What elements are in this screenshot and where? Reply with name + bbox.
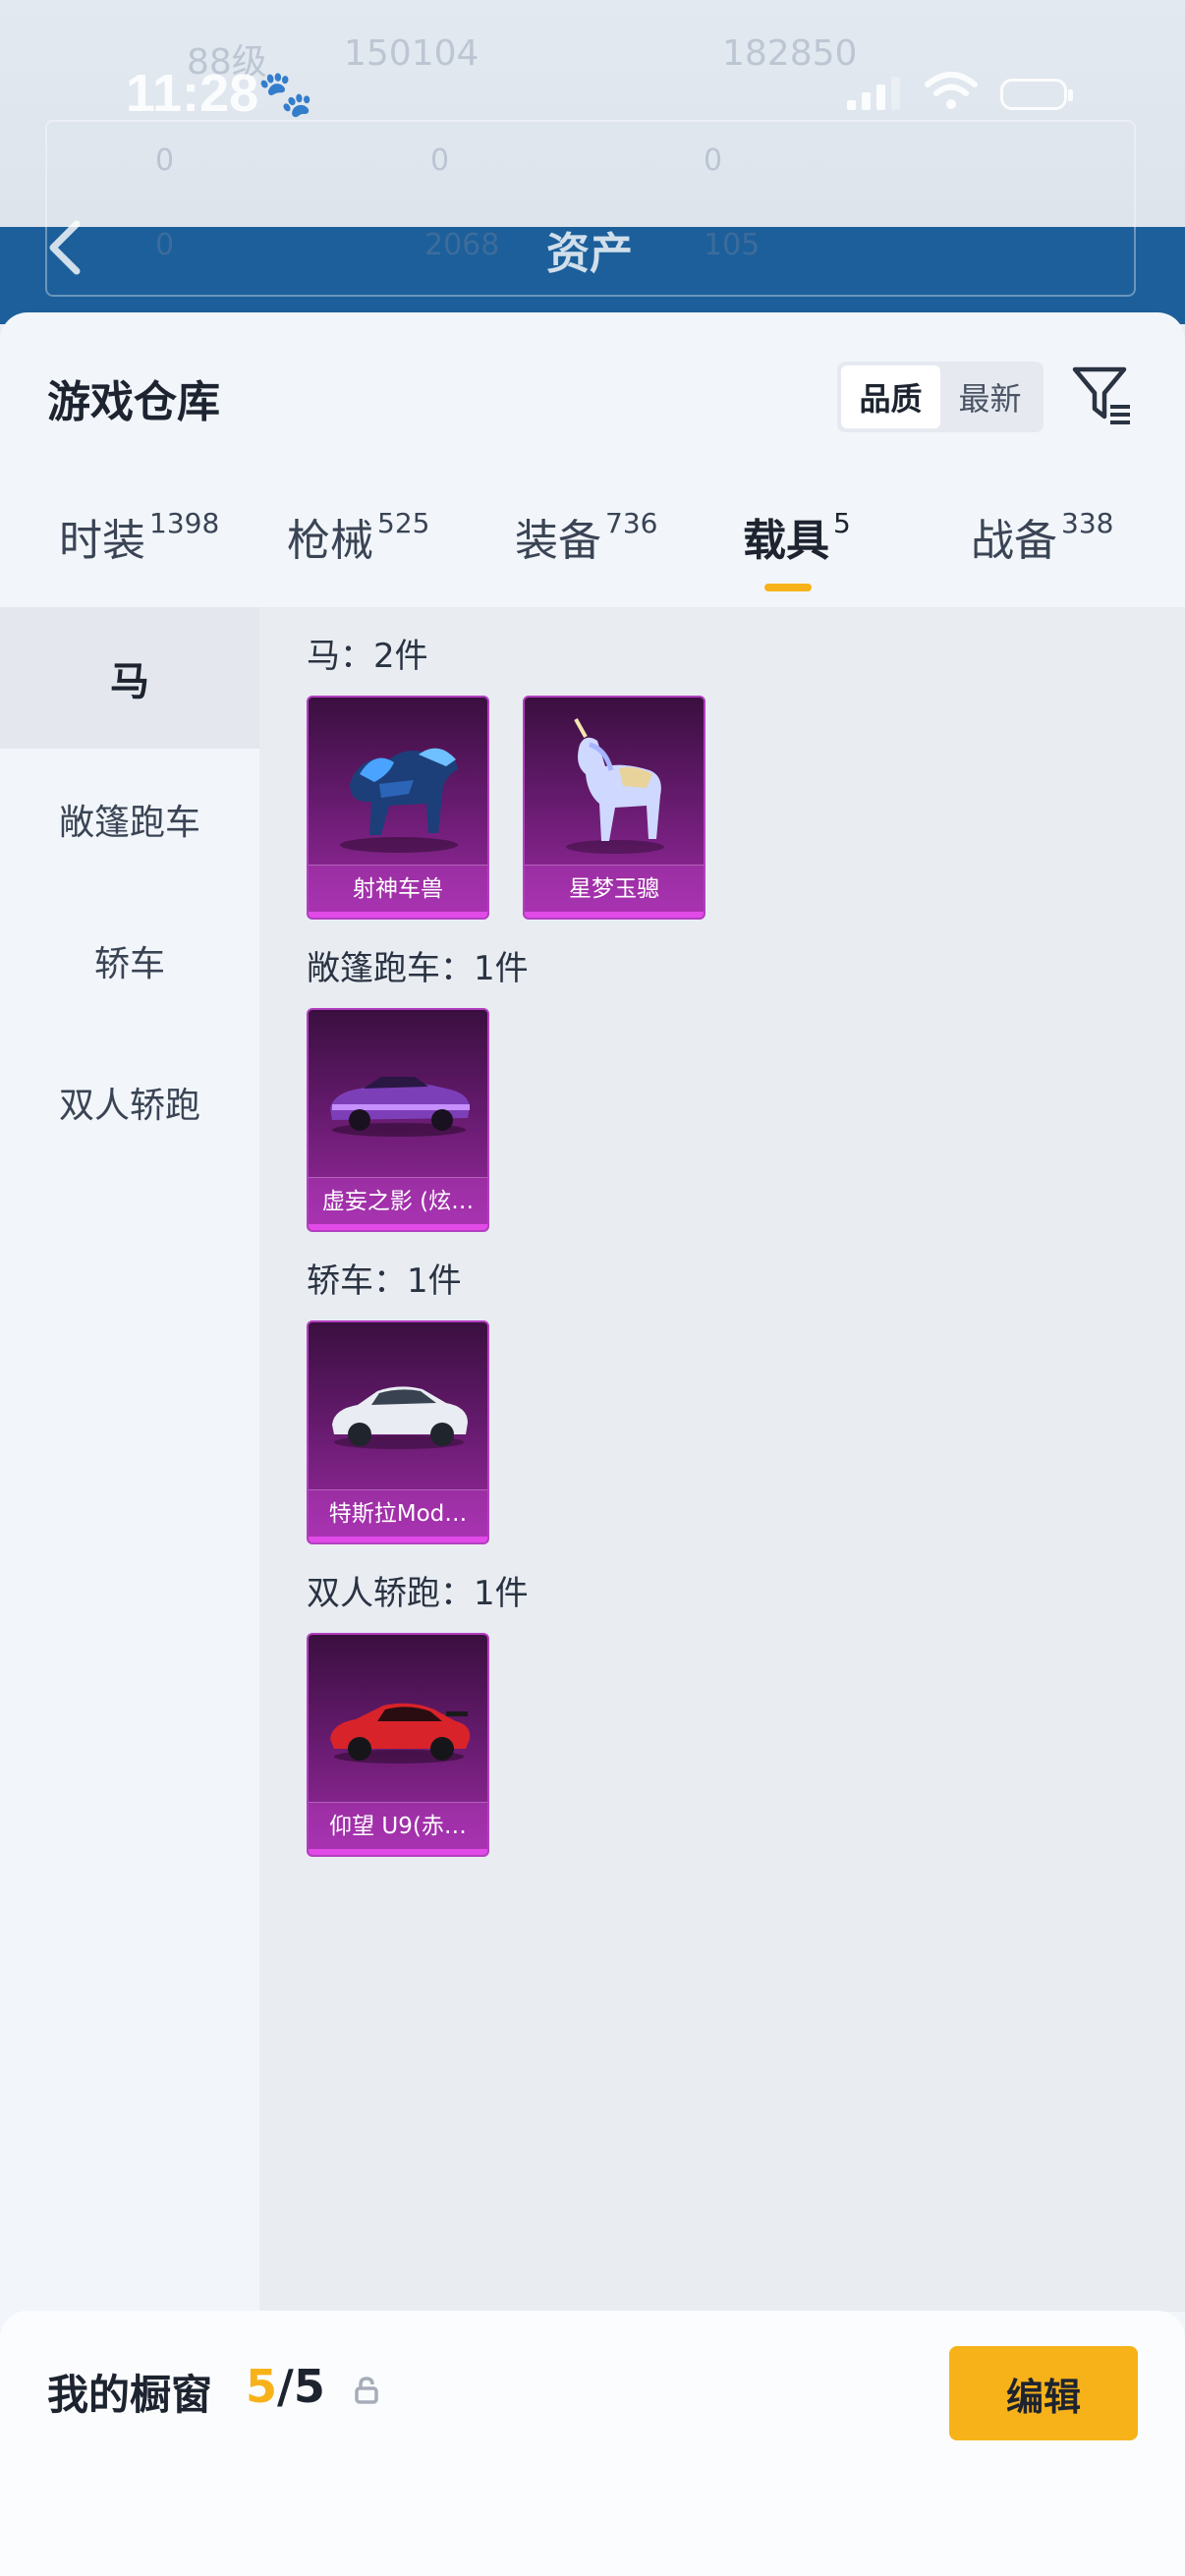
background-row-value: 105 [704, 228, 761, 262]
sort-option-newest[interactable]: 最新 [940, 365, 1040, 428]
tab-label: 装备 [515, 516, 601, 566]
tab-guns[interactable]: 枪械 525 [287, 505, 429, 568]
page-title: 游戏仓库 [47, 377, 220, 427]
background-row-value: 0 [704, 143, 723, 178]
group-title-horse: 马：2件 [307, 637, 428, 676]
item-grid: 马：2件 射神车兽 星梦玉骢 敞篷跑车：1件 虚妄之影 (炫… 轿车：1件 特斯… [259, 607, 1185, 2312]
filter-icon[interactable] [1071, 364, 1134, 426]
tab-fashion[interactable]: 时装 1398 [59, 505, 219, 568]
wifi-icon [925, 72, 978, 109]
back-icon[interactable] [45, 218, 85, 277]
group-title-coupe: 双人轿跑：1件 [307, 1574, 529, 1613]
subcategory-sidebar: 马 敞篷跑车 轿车 双人轿跑 [0, 607, 259, 2312]
tab-count: 5 [833, 507, 851, 539]
sidebar-item-sedan[interactable]: 轿车 [0, 890, 259, 1032]
sidebar-item-horse[interactable]: 马 [0, 607, 259, 749]
battery-icon [1000, 79, 1073, 110]
convertible-car-image [330, 1077, 470, 1137]
item-name: 射神车兽 [309, 865, 487, 912]
tab-count: 1398 [149, 507, 220, 539]
showcase-count: 5/5 [246, 2360, 325, 2413]
sort-option-quality[interactable]: 品质 [841, 365, 940, 428]
sidebar-item-coupe[interactable]: 双人轿跑 [0, 1032, 259, 1173]
background-stat-2: 182850 [722, 33, 858, 74]
warehouse-sheet: 游戏仓库 品质 最新 时装 1398 枪械 525 装备 736 载具 5 战备… [0, 312, 1185, 2576]
item-name: 虚妄之影 (炫… [309, 1177, 487, 1224]
unicorn-mount-image [566, 718, 664, 854]
item-name: 特斯拉Mod… [309, 1489, 487, 1537]
coupe-car-image [330, 1703, 471, 1764]
category-tabs: 时装 1398 枪械 525 装备 736 载具 5 战备 338 [0, 505, 1185, 607]
sidebar-item-convertible[interactable]: 敞篷跑车 [0, 749, 259, 890]
group-title-convertible: 敞篷跑车：1件 [307, 949, 529, 988]
tab-label: 时装 [59, 516, 145, 566]
background-row-value: 0 [155, 228, 175, 262]
item-card[interactable]: 虚妄之影 (炫… [307, 1008, 489, 1232]
item-name: 星梦玉骢 [525, 865, 704, 912]
signal-icon [847, 77, 900, 110]
tab-label: 战备 [971, 516, 1057, 566]
tab-count: 525 [377, 507, 430, 539]
group-title-sedan: 轿车：1件 [307, 1261, 462, 1301]
tab-count: 338 [1061, 507, 1114, 539]
tab-battle-gear[interactable]: 战备 338 [971, 505, 1113, 568]
paw-icon: 🐾 [257, 67, 314, 120]
background-row-value: 0 [430, 143, 450, 178]
item-name: 仰望 U9(赤… [309, 1802, 487, 1849]
item-card[interactable]: 特斯拉Mod… [307, 1320, 489, 1544]
sedan-car-image [332, 1386, 468, 1449]
tab-equipment[interactable]: 装备 736 [515, 505, 657, 568]
active-tab-indicator [764, 584, 812, 591]
showcase-count-current: 5 [246, 2360, 278, 2413]
tab-count: 736 [605, 507, 658, 539]
tab-vehicles[interactable]: 载具 5 [743, 505, 851, 568]
tab-label: 枪械 [287, 516, 373, 566]
showcase-count-total: /5 [277, 2360, 325, 2413]
status-time: 11:28 [126, 64, 259, 123]
item-card[interactable]: 星梦玉骢 [523, 696, 705, 920]
item-card[interactable]: 仰望 U9(赤… [307, 1633, 489, 1857]
item-card[interactable]: 射神车兽 [307, 696, 489, 920]
background-stat-1: 150104 [344, 33, 480, 74]
background-row-value: 2068 [424, 228, 500, 262]
showcase-bar: 我的橱窗 5/5 编辑 [0, 2311, 1185, 2576]
edit-button[interactable]: 编辑 [949, 2346, 1138, 2440]
background-title: 资产 [546, 229, 633, 279]
background-row-value: 0 [155, 143, 175, 178]
showcase-label: 我的橱窗 [47, 2371, 213, 2419]
sort-toggle: 品质 最新 [837, 362, 1044, 432]
beast-mount-image [340, 748, 458, 853]
background-header: 88级 150104 182850 11:28 🐾 0 0 0 0 2068 1… [0, 0, 1185, 324]
lock-icon[interactable] [352, 2376, 381, 2405]
tab-label: 载具 [743, 516, 829, 566]
